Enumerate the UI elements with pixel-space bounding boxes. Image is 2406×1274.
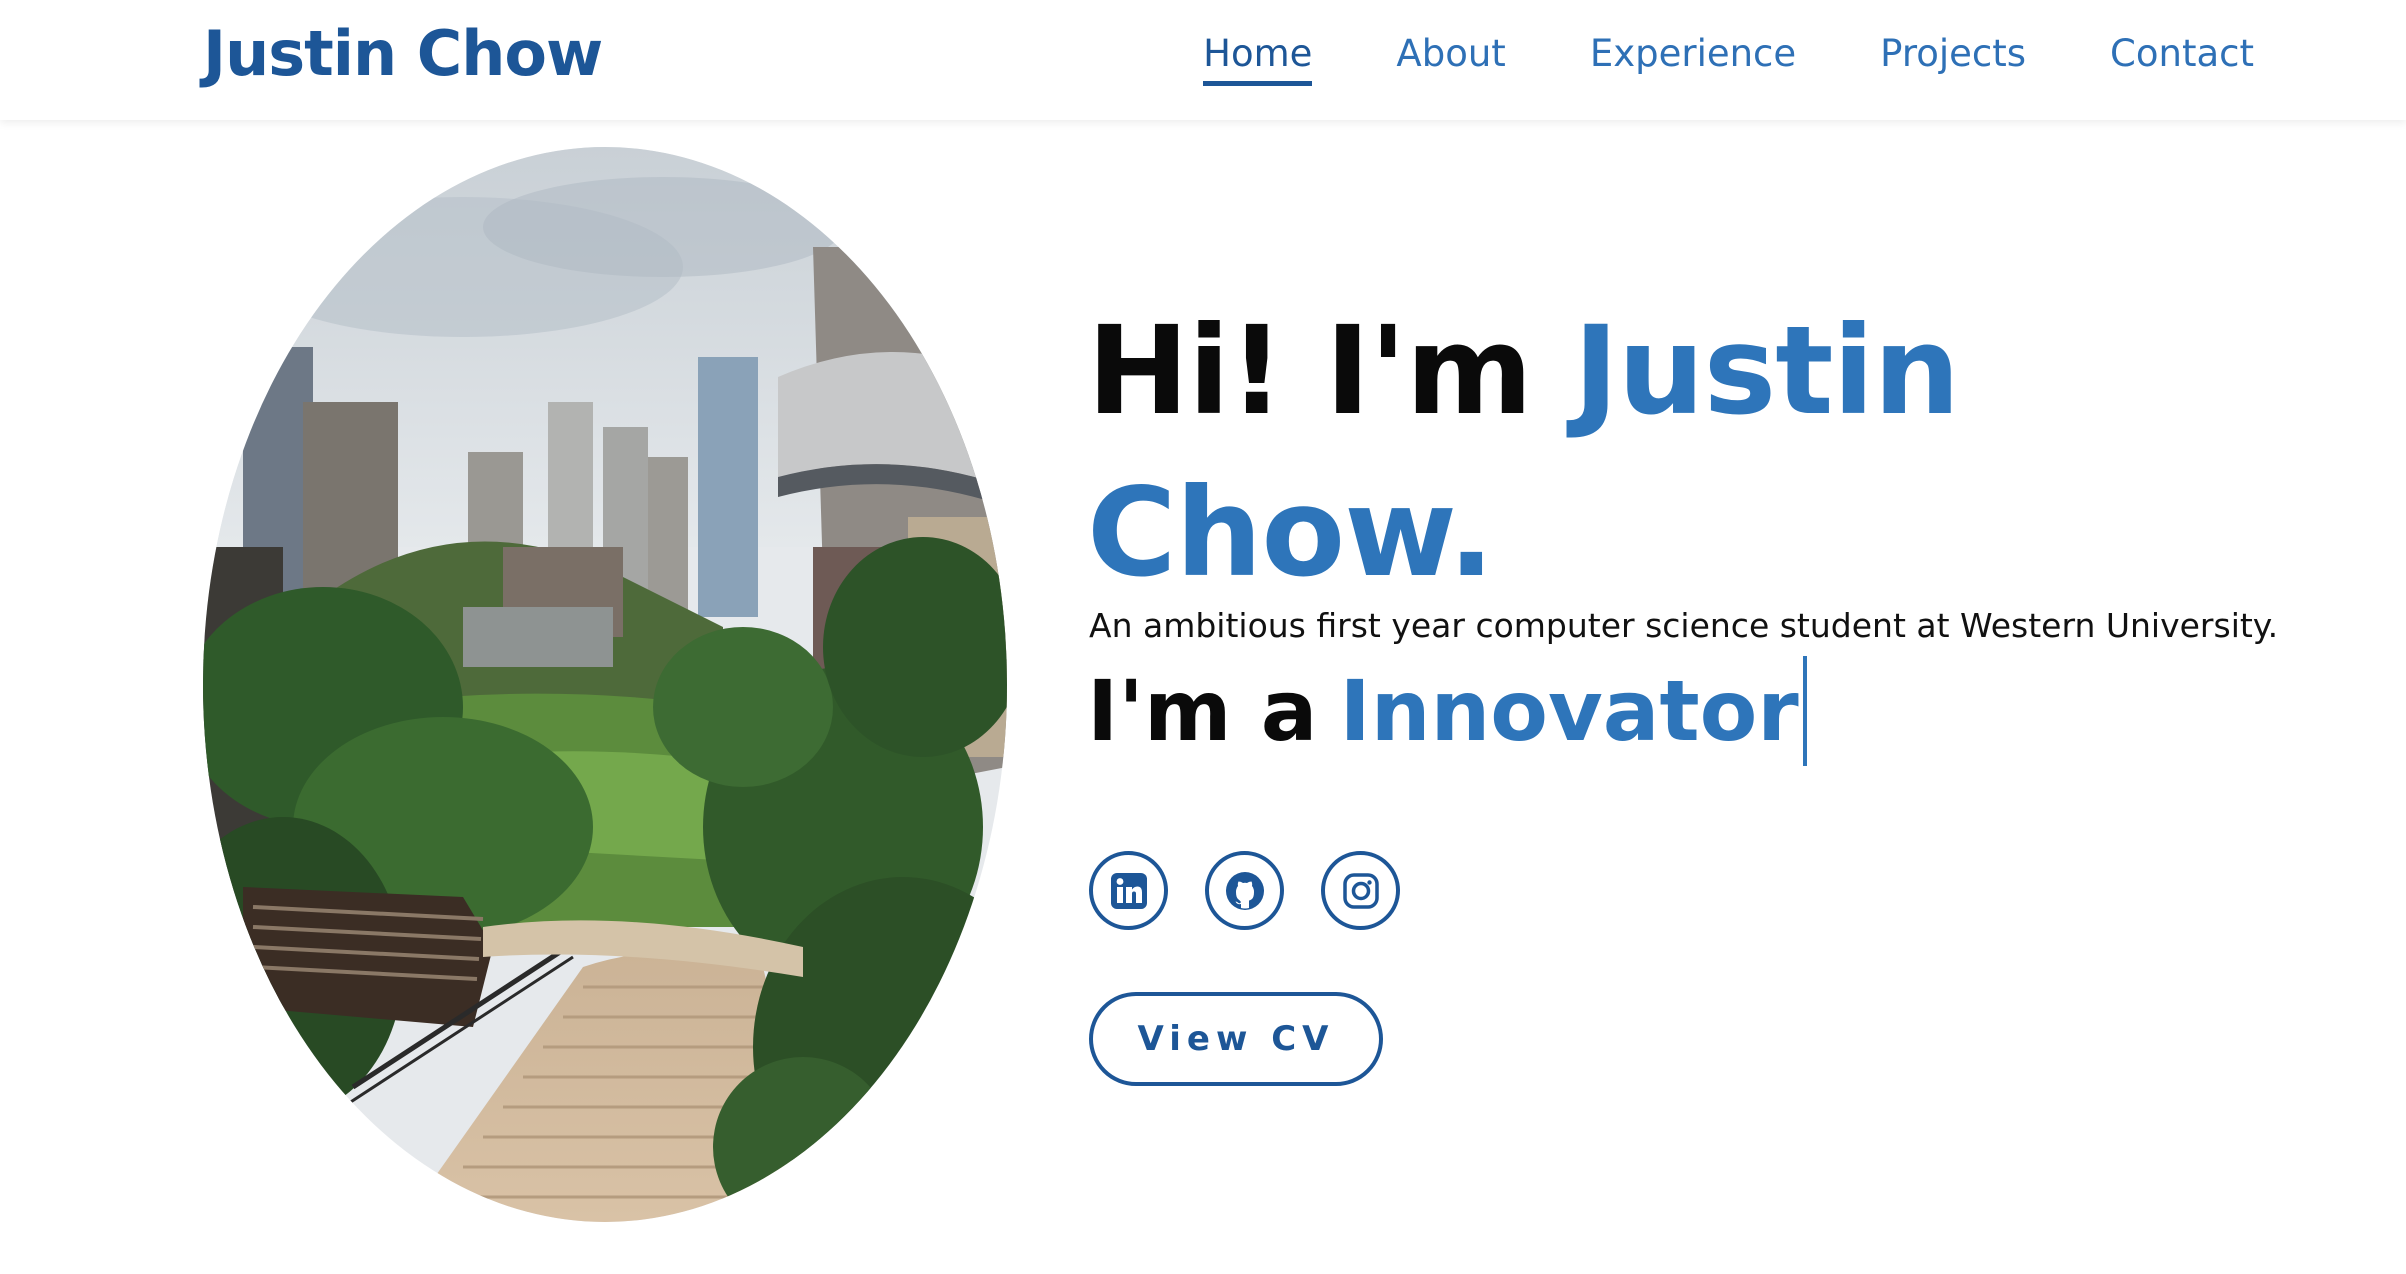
typed-role-word: Innovator <box>1339 662 1799 760</box>
github-icon <box>1225 871 1264 910</box>
nav-link-projects[interactable]: Projects <box>1880 28 2026 80</box>
navbar: Justin Chow Home About Experience Projec… <box>0 0 2406 120</box>
github-button[interactable] <box>1205 851 1284 930</box>
cityscape-illustration <box>203 147 1007 1222</box>
nav-link-experience[interactable]: Experience <box>1590 28 1796 80</box>
typing-caret <box>1802 656 1807 766</box>
instagram-button[interactable] <box>1321 851 1400 930</box>
instagram-icon <box>1342 872 1379 909</box>
greeting-text: Hi! I'm <box>1087 300 1533 442</box>
profile-photo <box>203 147 1007 1222</box>
view-cv-button[interactable]: View CV <box>1089 992 1383 1086</box>
linkedin-button[interactable] <box>1089 851 1168 930</box>
hero-headline: Hi! I'm Justin Chow. <box>1087 290 2187 614</box>
social-links <box>1089 851 1400 930</box>
nav-link-home[interactable]: Home <box>1203 28 1313 86</box>
typed-role-line: I'm a Innovator <box>1087 655 1807 767</box>
nav-links: Home About Experience Projects Contact <box>1203 28 2254 86</box>
typed-prefix: I'm a <box>1087 662 1318 760</box>
nav-link-about[interactable]: About <box>1396 28 1505 80</box>
nav-link-contact[interactable]: Contact <box>2110 28 2254 80</box>
brand-logo-text[interactable]: Justin Chow <box>203 18 603 90</box>
linkedin-icon <box>1110 872 1147 909</box>
hero-subtitle: An ambitious first year computer science… <box>1089 606 2279 645</box>
